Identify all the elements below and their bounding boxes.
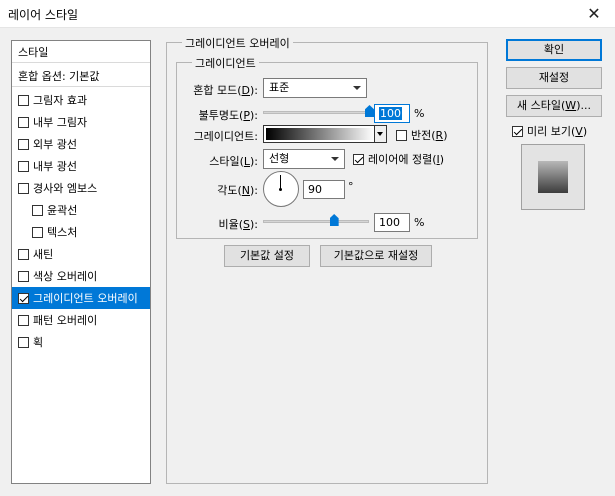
style-item-label: 경사와 엠보스 (33, 182, 98, 195)
align-with-layer-checkbox[interactable]: 레이어에 정렬(I) (353, 151, 444, 167)
style-item[interactable]: 획 (12, 331, 150, 353)
style-item-label: 획 (33, 336, 44, 349)
style-item-checkbox[interactable] (18, 94, 29, 106)
style-item-checkbox[interactable] (18, 160, 29, 172)
styles-list: 스타일 혼합 옵션: 기본값 그림자 효과내부 그림자외부 광선내부 광선경사와… (11, 40, 151, 484)
style-item[interactable]: 외부 광선 (12, 133, 150, 155)
preview-checkbox[interactable]: 미리 보기(V) (512, 123, 587, 139)
reset-to-default-button[interactable]: 기본값으로 재설정 (320, 245, 432, 267)
style-item-label: 윤곽선 (47, 204, 78, 217)
style-item-label: 그림자 효과 (33, 94, 88, 107)
angle-unit: ° (348, 180, 354, 193)
style-item-label: 그레이디언트 오버레이 (33, 292, 138, 305)
preview-thumbnail (521, 144, 585, 210)
style-item-label: 패턴 오버레이 (33, 314, 98, 327)
style-item-label: 새틴 (33, 248, 54, 261)
opacity-unit: % (414, 107, 425, 120)
style-select[interactable]: 선형 (263, 149, 345, 169)
close-icon[interactable]: ✕ (577, 2, 611, 26)
blend-mode-value: 표준 (269, 81, 290, 94)
reverse-checkbox[interactable]: 반전(R) (396, 127, 448, 143)
make-default-button[interactable]: 기본값 설정 (224, 245, 310, 267)
style-item-checkbox[interactable] (18, 292, 29, 304)
style-item[interactable]: 내부 광선 (12, 155, 150, 177)
blend-mode-label: 혼합 모드(D): (193, 84, 258, 97)
title-bar: 레이어 스타일 ✕ (0, 0, 615, 28)
blend-mode-select[interactable]: 표준 (263, 78, 367, 98)
scale-label: 비율(S): (218, 218, 258, 231)
style-item-checkbox[interactable] (32, 204, 43, 216)
scale-unit: % (414, 216, 425, 229)
style-item-checkbox[interactable] (18, 314, 29, 326)
style-item-checkbox[interactable] (32, 226, 43, 238)
preview-checkbox-box[interactable] (512, 125, 523, 137)
scale-slider-track[interactable] (263, 220, 369, 223)
style-item-label: 색상 오버레이 (33, 270, 98, 283)
style-item[interactable]: 패턴 오버레이 (12, 309, 150, 331)
gradient-group-legend: 그레이디언트 (192, 55, 259, 71)
gradient-overlay-legend: 그레이디언트 오버레이 (182, 35, 293, 51)
preview-swatch (538, 161, 568, 193)
style-item[interactable]: 색상 오버레이 (12, 265, 150, 287)
style-item-checkbox[interactable] (18, 336, 29, 348)
angle-input[interactable]: 90 (303, 180, 345, 199)
angle-dial[interactable] (263, 171, 299, 207)
style-value: 선형 (269, 152, 290, 165)
gradient-swatch[interactable] (266, 128, 374, 140)
opacity-slider-track[interactable] (263, 111, 369, 114)
style-item-label: 내부 광선 (33, 160, 77, 173)
ok-button[interactable]: 확인 (506, 39, 602, 61)
style-item[interactable]: 그레이디언트 오버레이 (12, 287, 150, 309)
style-item-label: 내부 그림자 (33, 116, 88, 129)
reset-button[interactable]: 재설정 (506, 67, 602, 89)
opacity-input[interactable]: 100 (374, 104, 410, 123)
align-checkbox-box[interactable] (353, 153, 364, 165)
style-item-checkbox[interactable] (18, 116, 29, 128)
gradient-dropdown[interactable] (374, 126, 386, 142)
gradient-label: 그레이디언트: (193, 130, 258, 143)
gradient-picker[interactable] (263, 125, 387, 143)
style-item-checkbox[interactable] (18, 138, 29, 150)
chevron-down-icon (331, 157, 339, 161)
style-item[interactable]: 텍스처 (12, 221, 150, 243)
new-style-button[interactable]: 새 스타일(W)... (506, 95, 602, 117)
style-label: 스타일(L): (209, 155, 258, 168)
window-title: 레이어 스타일 (8, 8, 79, 22)
style-item[interactable]: 경사와 엠보스 (12, 177, 150, 199)
opacity-label: 불투명도(P): (198, 109, 258, 122)
reverse-checkbox-box[interactable] (396, 129, 407, 141)
style-item-label: 외부 광선 (33, 138, 77, 151)
chevron-down-icon (377, 132, 383, 136)
style-item[interactable]: 새틴 (12, 243, 150, 265)
chevron-down-icon (353, 86, 361, 90)
style-item[interactable]: 윤곽선 (12, 199, 150, 221)
angle-label: 각도(N): (217, 184, 258, 197)
style-item-checkbox[interactable] (18, 270, 29, 282)
style-item-checkbox[interactable] (18, 248, 29, 260)
angle-dial-center (279, 188, 282, 191)
styles-header[interactable]: 스타일 (12, 41, 150, 63)
blending-options-item[interactable]: 혼합 옵션: 기본값 (12, 65, 150, 87)
style-item[interactable]: 그림자 효과 (12, 89, 150, 111)
scale-input[interactable]: 100 (374, 213, 410, 232)
style-item-checkbox[interactable] (18, 182, 29, 194)
style-item-label: 텍스처 (47, 226, 78, 239)
style-item[interactable]: 내부 그림자 (12, 111, 150, 133)
